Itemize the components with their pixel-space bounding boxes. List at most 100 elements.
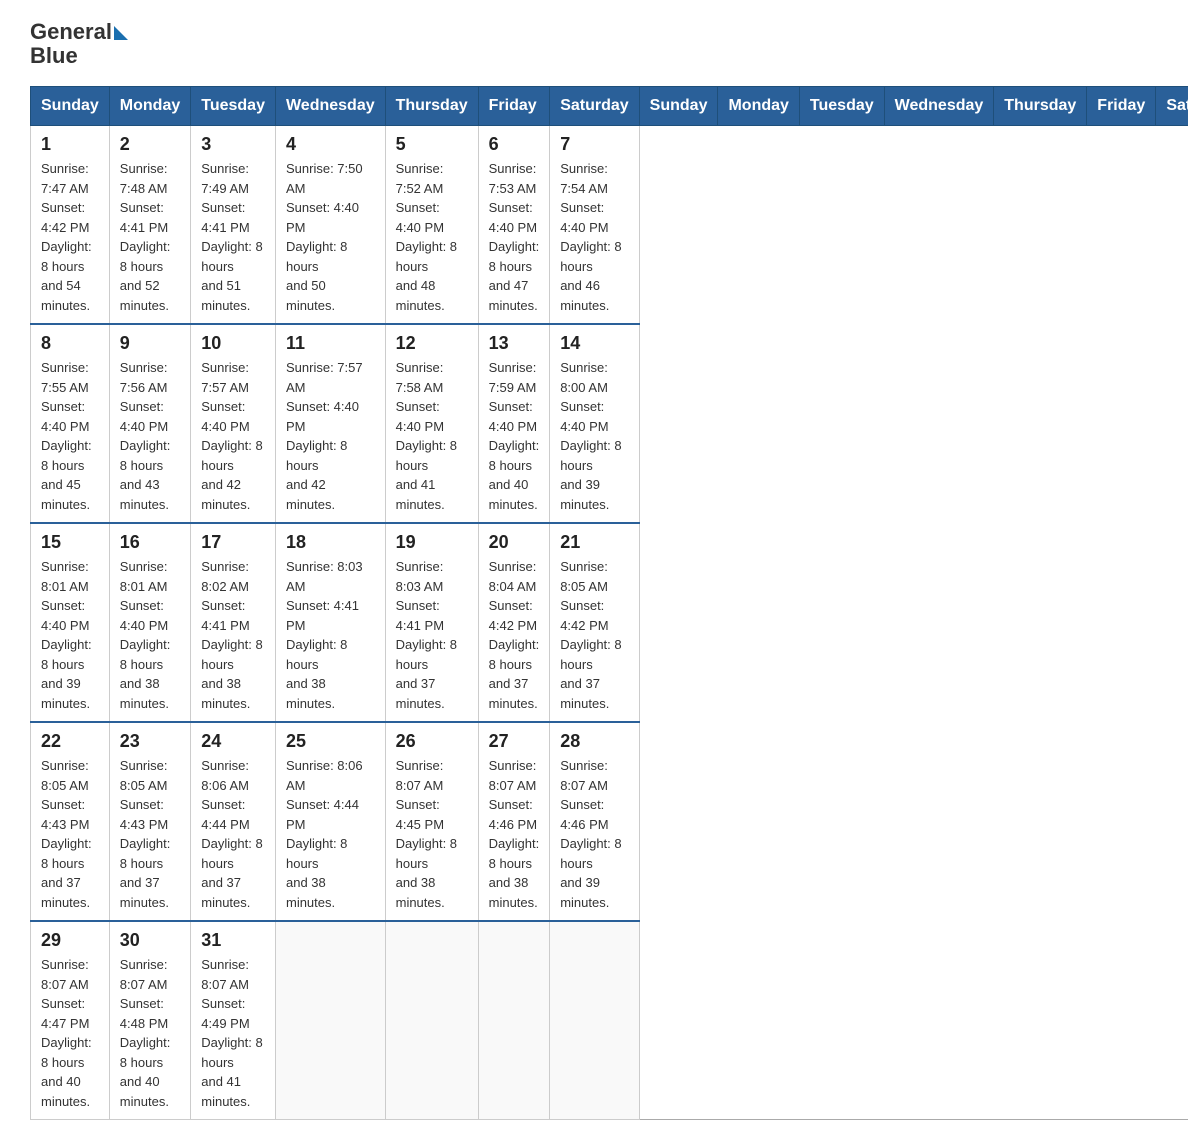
- calendar-week-2: 8 Sunrise: 7:55 AMSunset: 4:40 PMDaylight…: [31, 324, 1188, 523]
- calendar-cell: 15 Sunrise: 8:01 AMSunset: 4:40 PMDayligh…: [31, 523, 110, 722]
- day-number: 8: [41, 333, 99, 354]
- calendar-cell: 21Sunrise: 8:05 AMSunset: 4:42 PMDayligh…: [550, 523, 639, 722]
- day-info: Sunrise: 8:03 AMSunset: 4:41 PMDaylight:…: [286, 557, 375, 713]
- day-info: Sunrise: 8:01 AMSunset: 4:40 PMDaylight:…: [120, 557, 180, 713]
- day-header-monday: Monday: [718, 87, 799, 126]
- day-header-friday: Friday: [1087, 87, 1156, 126]
- calendar-cell: 2 Sunrise: 7:48 AMSunset: 4:41 PMDaylight…: [109, 126, 190, 325]
- day-info: Sunrise: 8:05 AMSunset: 4:43 PMDaylight:…: [120, 756, 180, 912]
- calendar-cell: 31 Sunrise: 8:07 AMSunset: 4:49 PMDayligh…: [191, 921, 276, 1120]
- day-info: Sunrise: 7:57 AMSunset: 4:40 PMDaylight:…: [286, 358, 375, 514]
- day-info: Sunrise: 8:01 AMSunset: 4:40 PMDaylight:…: [41, 557, 99, 713]
- day-info: Sunrise: 7:48 AMSunset: 4:41 PMDaylight:…: [120, 159, 180, 315]
- calendar-cell: 17 Sunrise: 8:02 AMSunset: 4:41 PMDayligh…: [191, 523, 276, 722]
- day-info: Sunrise: 8:07 AMSunset: 4:47 PMDaylight:…: [41, 955, 99, 1111]
- day-header-thursday: Thursday: [994, 87, 1087, 126]
- day-header-thursday: Thursday: [385, 87, 478, 126]
- day-number: 5: [396, 134, 468, 155]
- day-info: Sunrise: 8:03 AMSunset: 4:41 PMDaylight:…: [396, 557, 468, 713]
- day-info: Sunrise: 8:04 AMSunset: 4:42 PMDaylight:…: [489, 557, 540, 713]
- day-number: 9: [120, 333, 180, 354]
- calendar-cell: 29 Sunrise: 8:07 AMSunset: 4:47 PMDayligh…: [31, 921, 110, 1120]
- calendar-cell: 23 Sunrise: 8:05 AMSunset: 4:43 PMDayligh…: [109, 722, 190, 921]
- day-number: 28: [560, 731, 628, 752]
- calendar-cell: 30 Sunrise: 8:07 AMSunset: 4:48 PMDayligh…: [109, 921, 190, 1120]
- calendar-cell: 5 Sunrise: 7:52 AMSunset: 4:40 PMDaylight…: [385, 126, 478, 325]
- day-number: 21: [560, 532, 628, 553]
- day-number: 29: [41, 930, 99, 951]
- day-header-tuesday: Tuesday: [191, 87, 276, 126]
- calendar-cell: 9 Sunrise: 7:56 AMSunset: 4:40 PMDaylight…: [109, 324, 190, 523]
- day-number: 31: [201, 930, 265, 951]
- day-info: Sunrise: 7:59 AMSunset: 4:40 PMDaylight:…: [489, 358, 540, 514]
- day-info: Sunrise: 7:55 AMSunset: 4:40 PMDaylight:…: [41, 358, 99, 514]
- day-number: 22: [41, 731, 99, 752]
- day-info: Sunrise: 7:58 AMSunset: 4:40 PMDaylight:…: [396, 358, 468, 514]
- day-info: Sunrise: 8:00 AMSunset: 4:40 PMDaylight:…: [560, 358, 628, 514]
- day-header-wednesday: Wednesday: [884, 87, 994, 126]
- calendar-cell: 19 Sunrise: 8:03 AMSunset: 4:41 PMDayligh…: [385, 523, 478, 722]
- day-number: 7: [560, 134, 628, 155]
- calendar-cell: 8 Sunrise: 7:55 AMSunset: 4:40 PMDaylight…: [31, 324, 110, 523]
- logo-triangle-icon: [114, 26, 128, 40]
- day-info: Sunrise: 7:53 AMSunset: 4:40 PMDaylight:…: [489, 159, 540, 315]
- day-info: Sunrise: 8:06 AMSunset: 4:44 PMDaylight:…: [286, 756, 375, 912]
- day-info: Sunrise: 7:47 AMSunset: 4:42 PMDaylight:…: [41, 159, 99, 315]
- day-header-friday: Friday: [478, 87, 550, 126]
- day-header-sunday: Sunday: [31, 87, 110, 126]
- day-info: Sunrise: 7:57 AMSunset: 4:40 PMDaylight:…: [201, 358, 265, 514]
- day-info: Sunrise: 8:07 AMSunset: 4:46 PMDaylight:…: [560, 756, 628, 912]
- calendar-table: SundayMondayTuesdayWednesdayThursdayFrid…: [30, 86, 1188, 1120]
- day-info: Sunrise: 8:07 AMSunset: 4:48 PMDaylight:…: [120, 955, 180, 1111]
- logo-text-blue: Blue: [30, 43, 78, 68]
- day-number: 15: [41, 532, 99, 553]
- page-header: General Blue: [30, 20, 1158, 68]
- calendar-cell: 16 Sunrise: 8:01 AMSunset: 4:40 PMDayligh…: [109, 523, 190, 722]
- calendar-cell: [385, 921, 478, 1120]
- calendar-week-5: 29 Sunrise: 8:07 AMSunset: 4:47 PMDayligh…: [31, 921, 1188, 1120]
- day-info: Sunrise: 8:07 AMSunset: 4:46 PMDaylight:…: [489, 756, 540, 912]
- day-number: 25: [286, 731, 375, 752]
- day-number: 23: [120, 731, 180, 752]
- day-number: 3: [201, 134, 265, 155]
- calendar-cell: 24Sunrise: 8:06 AMSunset: 4:44 PMDayligh…: [191, 722, 276, 921]
- calendar-cell: 1 Sunrise: 7:47 AMSunset: 4:42 PMDaylight…: [31, 126, 110, 325]
- calendar-week-1: 1 Sunrise: 7:47 AMSunset: 4:42 PMDaylight…: [31, 126, 1188, 325]
- day-info: Sunrise: 8:07 AMSunset: 4:49 PMDaylight:…: [201, 955, 265, 1111]
- day-header-saturday: Saturday: [1156, 87, 1188, 126]
- day-number: 16: [120, 532, 180, 553]
- day-header-monday: Monday: [109, 87, 190, 126]
- calendar-cell: 10 Sunrise: 7:57 AMSunset: 4:40 PMDayligh…: [191, 324, 276, 523]
- day-number: 19: [396, 532, 468, 553]
- day-info: Sunrise: 7:52 AMSunset: 4:40 PMDaylight:…: [396, 159, 468, 315]
- day-info: Sunrise: 8:05 AMSunset: 4:43 PMDaylight:…: [41, 756, 99, 912]
- day-number: 14: [560, 333, 628, 354]
- day-number: 2: [120, 134, 180, 155]
- calendar-cell: 27Sunrise: 8:07 AMSunset: 4:46 PMDayligh…: [478, 722, 550, 921]
- calendar-cell: [550, 921, 639, 1120]
- day-info: Sunrise: 7:56 AMSunset: 4:40 PMDaylight:…: [120, 358, 180, 514]
- day-info: Sunrise: 8:07 AMSunset: 4:45 PMDaylight:…: [396, 756, 468, 912]
- calendar-cell: [478, 921, 550, 1120]
- day-header-wednesday: Wednesday: [275, 87, 385, 126]
- day-number: 1: [41, 134, 99, 155]
- calendar-cell: 7 Sunrise: 7:54 AMSunset: 4:40 PMDaylight…: [550, 126, 639, 325]
- day-number: 12: [396, 333, 468, 354]
- calendar-cell: [275, 921, 385, 1120]
- day-info: Sunrise: 8:02 AMSunset: 4:41 PMDaylight:…: [201, 557, 265, 713]
- day-number: 30: [120, 930, 180, 951]
- calendar-cell: 4Sunrise: 7:50 AMSunset: 4:40 PMDaylight…: [275, 126, 385, 325]
- calendar-cell: 3 Sunrise: 7:49 AMSunset: 4:41 PMDaylight…: [191, 126, 276, 325]
- day-number: 17: [201, 532, 265, 553]
- day-number: 20: [489, 532, 540, 553]
- calendar-header-row: SundayMondayTuesdayWednesdayThursdayFrid…: [31, 87, 1188, 126]
- calendar-cell: 26Sunrise: 8:07 AMSunset: 4:45 PMDayligh…: [385, 722, 478, 921]
- day-info: Sunrise: 7:50 AMSunset: 4:40 PMDaylight:…: [286, 159, 375, 315]
- day-info: Sunrise: 7:54 AMSunset: 4:40 PMDaylight:…: [560, 159, 628, 315]
- day-info: Sunrise: 7:49 AMSunset: 4:41 PMDaylight:…: [201, 159, 265, 315]
- calendar-cell: 22 Sunrise: 8:05 AMSunset: 4:43 PMDayligh…: [31, 722, 110, 921]
- calendar-cell: 20 Sunrise: 8:04 AMSunset: 4:42 PMDayligh…: [478, 523, 550, 722]
- calendar-cell: 18Sunrise: 8:03 AMSunset: 4:41 PMDayligh…: [275, 523, 385, 722]
- calendar-week-3: 15 Sunrise: 8:01 AMSunset: 4:40 PMDayligh…: [31, 523, 1188, 722]
- day-number: 10: [201, 333, 265, 354]
